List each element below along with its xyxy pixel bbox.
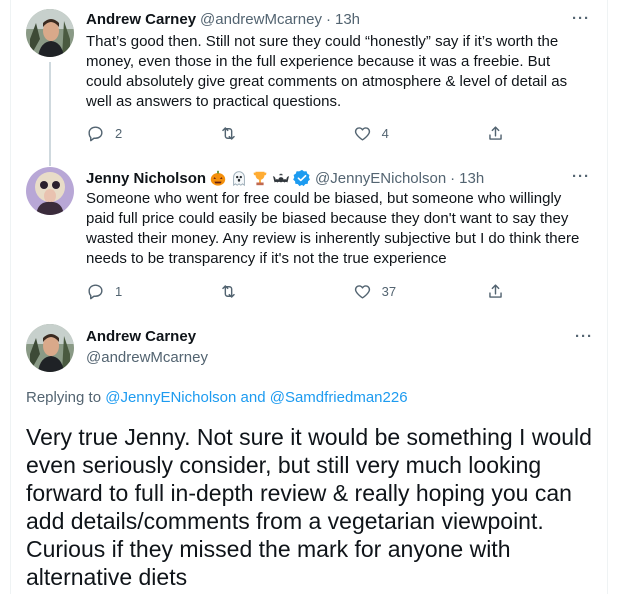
tweet-header: Jenny Nicholson @JennyENicholson · 13h [86, 169, 484, 187]
thread-line [49, 62, 51, 160]
display-name[interactable]: Andrew Carney [86, 11, 196, 28]
more-options-button[interactable]: ··· [572, 10, 590, 27]
timestamp[interactable]: 13h [335, 11, 360, 28]
tweet-andrew-1[interactable]: Andrew Carney @andrewMcarney · 13h ··· T… [10, 0, 608, 160]
like-count: 37 [381, 284, 397, 299]
avatar[interactable] [26, 167, 74, 215]
tweet-header: Andrew Carney @andrewMcarney · 13h [86, 11, 360, 28]
display-name[interactable]: Andrew Carney [86, 328, 196, 345]
reply-count: 1 [115, 284, 123, 299]
retweet-button[interactable] [219, 282, 329, 301]
retweet-button[interactable] [219, 124, 329, 143]
tweet-text: Someone who went for free could be biase… [86, 190, 580, 267]
reply-icon [88, 284, 103, 300]
tweet-actions: 2 4 [86, 124, 526, 143]
separator: · [450, 169, 456, 187]
replying-to: Replying to @JennyENicholson and @Samdfr… [26, 389, 408, 406]
tweet-text: That’s good then. Still not sure they co… [86, 33, 568, 110]
like-count: 4 [381, 126, 389, 141]
verified-badge-icon [293, 169, 310, 187]
trophy-icon [253, 171, 267, 186]
jack-o-lantern-icon [210, 170, 226, 186]
heart-icon [354, 127, 370, 141]
reply-count: 2 [115, 126, 123, 141]
reply-button[interactable]: 1 [86, 282, 196, 301]
separator: · [326, 11, 331, 28]
avatar[interactable] [26, 9, 74, 57]
like-button[interactable]: 37 [353, 282, 463, 301]
reply-button[interactable]: 2 [86, 124, 196, 143]
mention-and[interactable]: and [241, 389, 266, 406]
tweet-actions: 1 37 [86, 282, 526, 301]
user-handle[interactable]: @andrewMcarney [86, 349, 208, 366]
user-handle[interactable]: @JennyENicholson [315, 170, 446, 187]
share-button[interactable] [486, 124, 526, 143]
bat-icon [272, 173, 290, 183]
thread-line [49, 158, 51, 166]
share-icon [489, 126, 502, 140]
share-icon [489, 284, 502, 298]
more-options-button[interactable]: ··· [572, 168, 590, 185]
user-handle[interactable]: @andrewMcarney [200, 11, 322, 28]
heart-icon [354, 285, 370, 299]
mention-link[interactable]: @Samdfriedman226 [270, 389, 408, 406]
more-options-button[interactable]: ··· [575, 328, 593, 345]
avatar[interactable] [26, 324, 74, 372]
tweet-jenny[interactable]: Jenny Nicholson @JennyENicholson · 13h ·… [10, 158, 608, 318]
reply-icon [88, 126, 103, 142]
share-button[interactable] [486, 282, 526, 301]
mention-link[interactable]: @JennyENicholson [105, 389, 236, 406]
replying-prefix: Replying to [26, 389, 102, 406]
like-button[interactable]: 4 [353, 124, 463, 143]
retweet-icon [222, 285, 236, 298]
tweet-text: Very true Jenny. Not sure it would be so… [26, 424, 592, 590]
retweet-icon [222, 127, 236, 140]
timestamp[interactable]: 13h [459, 170, 484, 187]
ghost-icon [233, 171, 245, 187]
display-name[interactable]: Jenny Nicholson [86, 170, 206, 187]
